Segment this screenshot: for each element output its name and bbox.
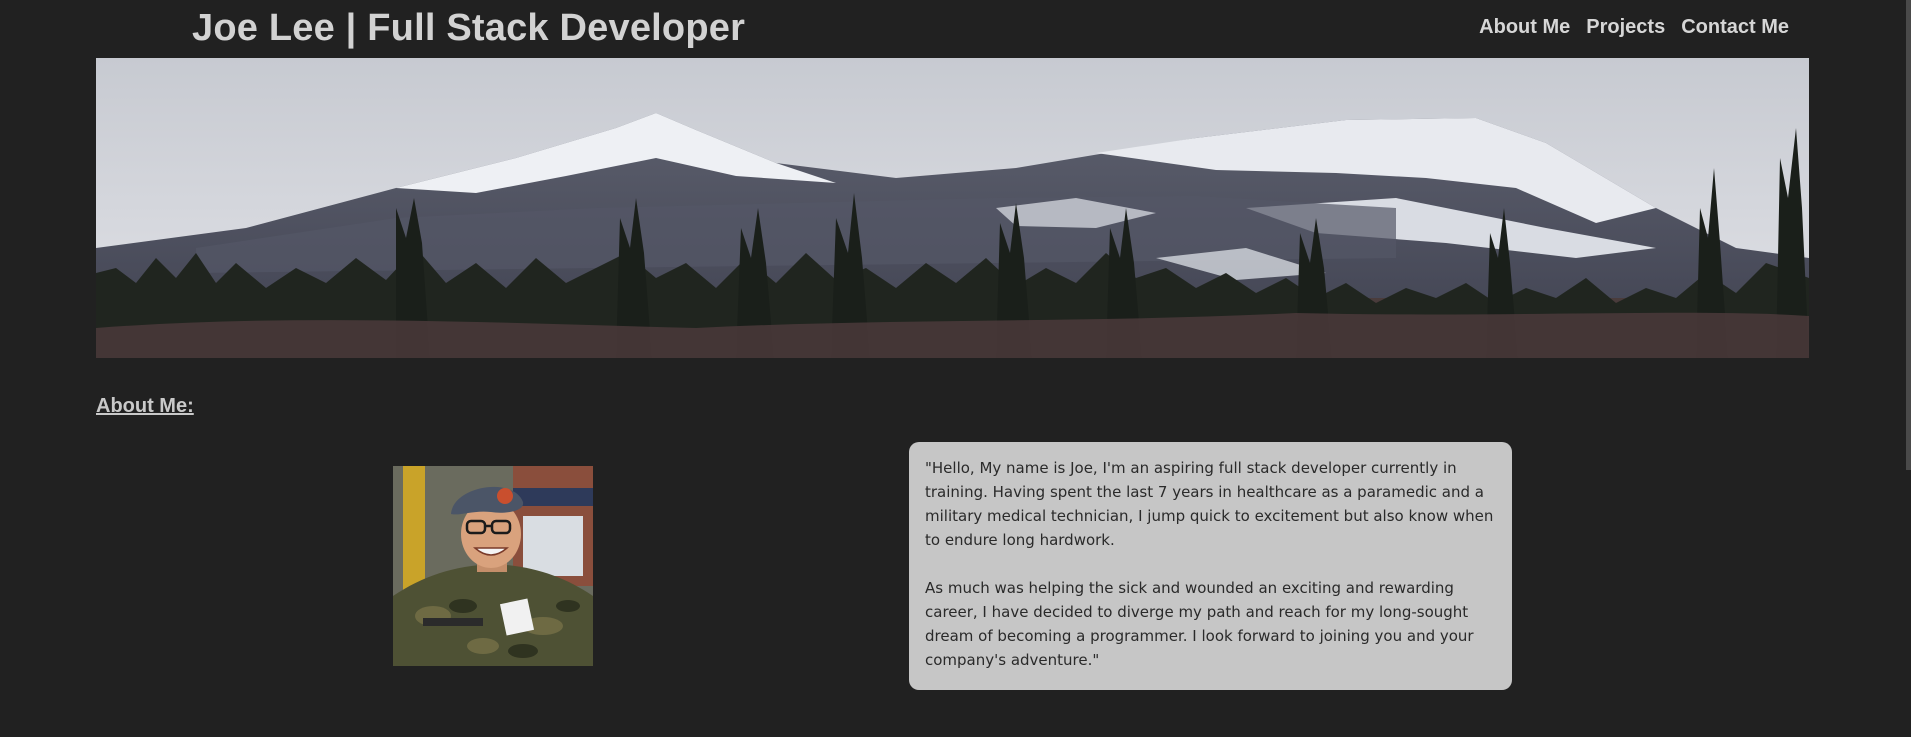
- nav-link-about-me[interactable]: About Me: [1479, 14, 1570, 40]
- profile-photo: [393, 466, 593, 666]
- bio-card: "Hello, My name is Joe, I'm an aspiring …: [909, 442, 1512, 690]
- bio-paragraph-career: As much was helping the sick and wounded…: [925, 579, 1474, 669]
- page-scrollbar[interactable]: [1906, 0, 1911, 470]
- mountain-landscape-illustration: [96, 58, 1809, 358]
- main-nav: About Me Projects Contact Me: [1479, 14, 1789, 40]
- page: Joe Lee | Full Stack Developer About Me …: [0, 0, 1911, 737]
- profile-photo-illustration: [393, 466, 593, 666]
- about-heading: About Me:: [96, 395, 194, 417]
- nav-link-projects[interactable]: Projects: [1586, 14, 1665, 40]
- bio-paragraph-intro: "Hello, My name is Joe, I'm an aspiring …: [925, 459, 1494, 549]
- mountain-banner-image: [96, 58, 1809, 358]
- site-title: Joe Lee | Full Stack Developer: [192, 7, 746, 49]
- nav-link-contact-me[interactable]: Contact Me: [1681, 14, 1789, 40]
